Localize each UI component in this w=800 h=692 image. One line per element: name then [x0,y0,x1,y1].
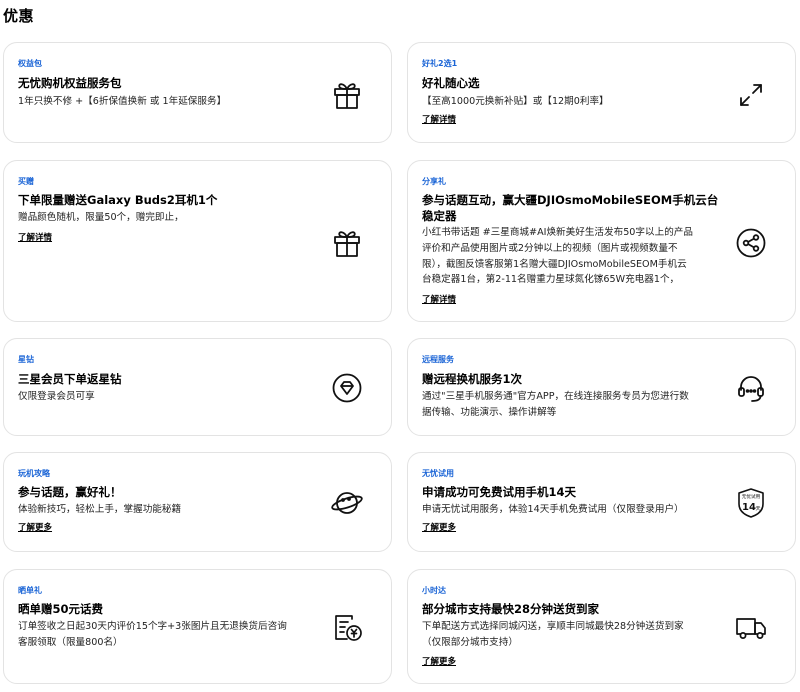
card-description-line-2: 评价和产品使用图片或2分钟以上的视频（图片或视频数量不 [422,243,678,254]
card-title: 部分城市支持最快28分钟送货到家 [422,602,600,616]
offer-card-share-topic: 分享礼 参与话题互动，赢大疆DJIOsmoMobileSEOM手机云台 稳定器 … [407,160,796,322]
card-description-line-1: 通过"三星手机服务通"官方APP，在线连接服务专员为您进行数 [422,391,689,402]
card-tag: 远程服务 [422,355,454,364]
card-title: 申请成功可免费试用手机14天 [422,485,577,499]
card-title-line-2: 稳定器 [422,209,457,223]
headset-icon [734,371,768,405]
card-tag: 分享礼 [422,177,446,186]
card-title: 参与话题，赢好礼！ [18,485,122,499]
card-description-line-4: 台稳定器1台，第2-11名赠重力星球氮化镓65W充电器1个， [422,274,680,285]
review-coupon-icon [330,610,364,644]
card-description: 【至高1000元换新补贴】或【12期0利率】 [422,96,609,107]
offer-card-remote-service: 远程服务 赠远程换机服务1次 通过"三星手机服务通"官方APP，在线连接服务专员… [407,338,796,436]
card-tag: 晒单礼 [18,586,42,595]
card-title: 下单限量赠送Galaxy Buds2耳机1个 [18,193,218,207]
card-tag: 好礼2选1 [422,59,458,68]
page-title: 优惠 [3,7,35,25]
offer-card-tips: 玩机攻略 参与话题，赢好礼！ 体验新技巧，轻松上手，掌握功能秘籍 了解更多 [3,452,392,552]
trial-badge-icon: 无忧试用 14 天 [734,486,768,520]
card-description-line-2: （仅限部分城市支持） [422,637,518,648]
card-title: 好礼随心选 [422,76,480,90]
expand-arrows-icon [734,78,768,112]
gift-icon [330,226,364,260]
gift-icon [330,78,364,112]
delivery-truck-icon [734,610,768,644]
card-title-line-1: 参与话题互动，赢大疆DJIOsmoMobileSEOM手机云台 [422,193,719,207]
offer-card-buds-gift: 买赠 下单限量赠送Galaxy Buds2耳机1个 赠品颜色随机，限量50个，赠… [3,160,392,322]
details-link[interactable]: 了解详情 [18,231,52,243]
card-description: 申请无忧试用服务，体验14天手机免费试用（仅限登录用户） [422,504,684,515]
diamond-icon [330,371,364,405]
card-description-line-3: 限），截图反馈客服第1名赠大疆DJIOsmoMobileSEOM手机云 [422,259,687,270]
card-description-line-1: 订单签收之日起30天内评价15个字+3张图片且无退换货后咨询 [18,621,287,632]
learn-more-link[interactable]: 了解更多 [422,655,456,667]
trial-badge-unit: 天 [755,506,760,512]
learn-more-link[interactable]: 了解更多 [18,521,52,533]
card-description: 体验新技巧，轻松上手，掌握功能秘籍 [18,504,182,515]
card-description-line-1: 小红书带话题 #三星商城#AI焕新美好生活发布50字以上的产品 [422,227,693,238]
card-description: 1年只换不修 +【6折保值换新 或 1年延保服务】 [18,96,227,107]
card-tag: 无忧试用 [422,469,454,478]
planet-icon [330,486,364,520]
card-title: 赠远程换机服务1次 [422,372,523,386]
card-description-line-1: 下单配送方式选择同城闪送，享顺丰同城最快28分钟送货到家 [422,621,684,632]
card-title: 三星会员下单返星钻 [18,372,122,386]
learn-more-link[interactable]: 了解更多 [422,521,456,533]
card-tag: 权益包 [18,59,42,68]
card-description: 赠品颜色随机，限量50个，赠完即止， [18,212,184,223]
card-description: 仅限登录会员可享 [18,391,95,402]
card-description-line-2: 客服领取（限量800名） [18,637,123,648]
card-description-line-2: 据传输、功能演示、操作讲解等 [422,407,557,418]
offer-card-star-diamond: 星钻 三星会员下单返星钻 仅限登录会员可享 [3,338,392,436]
card-tag: 小时达 [422,586,446,595]
share-icon [734,226,768,260]
card-tag: 买赠 [18,177,34,186]
card-tag: 星钻 [18,355,34,364]
trial-badge-number: 14 [742,502,756,513]
details-link[interactable]: 了解详情 [422,293,456,305]
offer-card-free-trial: 无忧试用 申请成功可免费试用手机14天 申请无忧试用服务，体验14天手机免费试用… [407,452,796,552]
offer-card-review-reward: 晒单礼 晒单赠50元话费 订单签收之日起30天内评价15个字+3张图片且无退换货… [3,569,392,684]
card-title: 无忧购机权益服务包 [18,76,122,90]
offer-card-express-delivery: 小时达 部分城市支持最快28分钟送货到家 下单配送方式选择同城闪送，享顺丰同城最… [407,569,796,684]
details-link[interactable]: 了解详情 [422,113,456,125]
offer-card-protection-pack: 权益包 无忧购机权益服务包 1年只换不修 +【6折保值换新 或 1年延保服务】 [3,42,392,143]
card-title: 晒单赠50元话费 [18,602,104,616]
offer-card-gift-choice: 好礼2选1 好礼随心选 【至高1000元换新补贴】或【12期0利率】 了解详情 [407,42,796,143]
trial-badge-top-text: 无忧试用 [742,493,761,500]
card-tag: 玩机攻略 [18,469,50,478]
